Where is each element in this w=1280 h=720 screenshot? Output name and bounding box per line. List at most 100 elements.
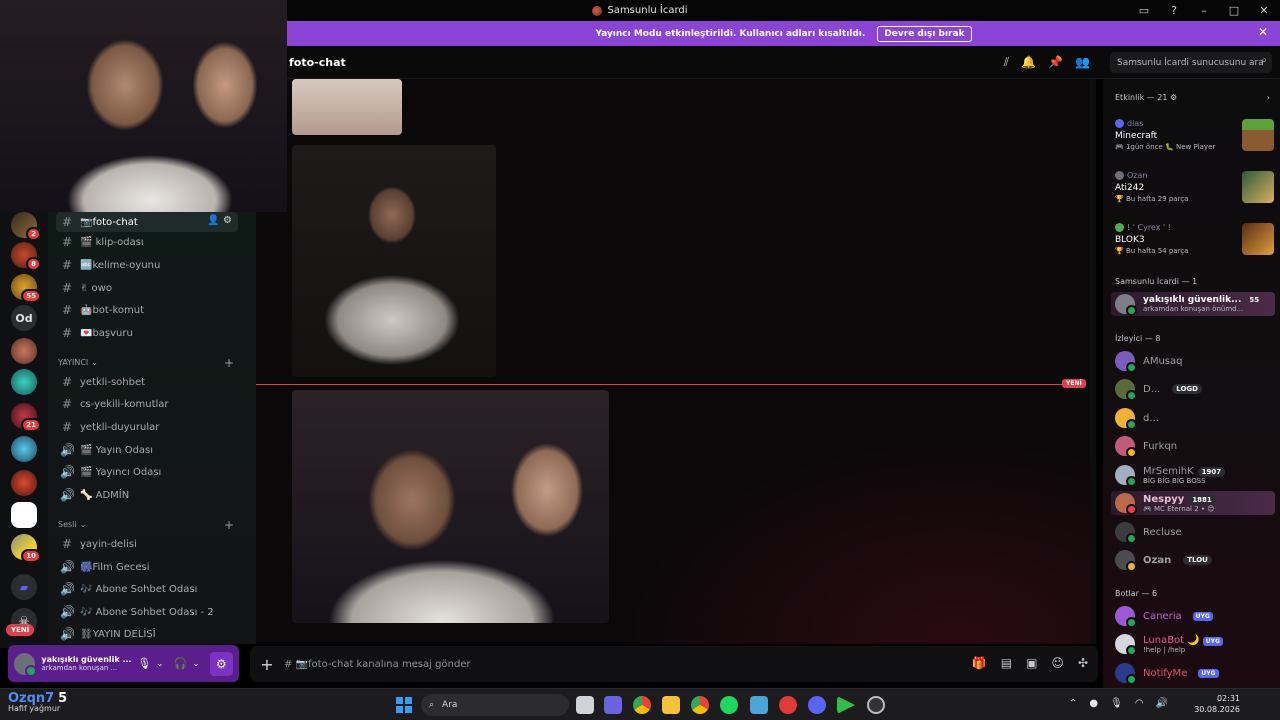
microphone-icon[interactable]: 🎙 xyxy=(1110,698,1123,709)
message-composer[interactable]: + # 📷foto-chat kanalına mesaj gönder 🎁 ▤… xyxy=(250,646,1098,682)
voice-channel-abone-sohbet-2[interactable]: 🔊 🎶 Abone Sohbet Odası - 2 xyxy=(56,602,238,622)
apps-icon[interactable]: ✣ xyxy=(1078,656,1088,670)
gif-icon[interactable]: ▤ xyxy=(1001,656,1012,670)
channel-yayin-delisi[interactable]: # yayin-delisi xyxy=(56,534,238,554)
member-list-icon[interactable]: 👥 xyxy=(1075,55,1090,70)
chrome-icon[interactable] xyxy=(691,696,709,714)
bot-item[interactable]: NotifyMe UYG xyxy=(1115,661,1275,685)
help-icon[interactable]: ? xyxy=(1166,3,1182,19)
volume-icon[interactable]: 🔊 xyxy=(1156,698,1168,709)
settings-gear-icon[interactable]: ⚙ xyxy=(209,651,234,676)
member-item[interactable]: Furkqn xyxy=(1115,434,1275,458)
start-button[interactable] xyxy=(396,697,412,713)
server-icon[interactable] xyxy=(11,502,37,528)
add-channel-icon[interactable]: + xyxy=(224,518,234,532)
add-channel-icon[interactable]: + xyxy=(224,356,234,370)
bot-item[interactable]: Caneria UYG xyxy=(1115,604,1275,628)
voice-channel-yayin-odasi[interactable]: 🔊 🎬 Yayın Odası xyxy=(56,440,238,460)
microphone-icon[interactable]: 🎙 xyxy=(137,657,153,670)
threads-icon[interactable]: ⫽ xyxy=(1004,55,1009,70)
server-icon[interactable] xyxy=(11,338,37,364)
server-icon[interactable] xyxy=(11,470,37,496)
app-icon[interactable] xyxy=(750,696,768,714)
channel-kelime-oyunu[interactable]: # 🔤kelime-oyunu xyxy=(56,255,238,275)
bell-icon[interactable]: 🔔 xyxy=(1021,55,1036,70)
photo-attachment[interactable] xyxy=(292,145,496,377)
member-owner[interactable]: yakışıklı güvenlik... 55 arkamdan konuşan… xyxy=(1111,292,1275,316)
category-sesli[interactable]: Sesli ⌄ + xyxy=(58,518,234,532)
sticker-icon[interactable]: ▣ xyxy=(1026,656,1037,670)
spotify-icon[interactable] xyxy=(720,696,738,714)
bot-item[interactable]: LunaBot 🌙 UYG !help | /help xyxy=(1115,632,1275,656)
discord-icon[interactable] xyxy=(808,696,826,714)
member-item[interactable]: MrSemihK 1907 BİG BİG BİG BOSS xyxy=(1115,463,1275,487)
gift-icon[interactable]: 🎁 xyxy=(972,656,987,670)
channel-bot-komut[interactable]: # 🤖bot-komut xyxy=(56,300,238,320)
voice-channel-yayinci-odasi[interactable]: 🔊 🎬 Yayıncı Odası xyxy=(56,462,238,482)
pin-icon[interactable]: 📌 xyxy=(1048,55,1063,70)
app-icon[interactable] xyxy=(837,696,855,714)
channel-owo[interactable]: # ✌ owo xyxy=(56,278,238,298)
chevron-down-icon[interactable]: ⌄ xyxy=(152,659,168,668)
maximize-button[interactable]: □ xyxy=(1226,3,1242,19)
photo-attachment[interactable] xyxy=(292,79,402,135)
server-icon[interactable] xyxy=(11,436,37,462)
voice-channel-yayin-delisi[interactable]: 🔊 ⛓YAYIN DELİSİ xyxy=(56,624,238,644)
server-icon[interactable] xyxy=(11,369,37,395)
voice-channel-admin[interactable]: 🔊 🦴 ADMİN xyxy=(56,485,238,505)
member-item[interactable]: Ozan TLOU xyxy=(1115,548,1275,572)
category-yayinci[interactable]: YAYINCI ⌄ + xyxy=(58,356,234,370)
member-item[interactable]: Recluse xyxy=(1115,520,1275,544)
activity-card[interactable]: dias Minecraft 🎮 1gün önce 🐛 New Player xyxy=(1115,119,1274,151)
chevron-right-icon[interactable]: › xyxy=(1267,93,1270,102)
chevron-down-icon[interactable]: ⌄ xyxy=(188,659,204,668)
clock[interactable]: 02:31 30.08.2026 xyxy=(1194,693,1240,715)
channel-cs-yekili-komutlar[interactable]: # cs-yekili-komutlar xyxy=(56,394,238,414)
activity-card[interactable]: Ozan Ati242 🏆 Bu hafta 29 parça xyxy=(1115,171,1274,203)
folder-icon[interactable]: ▰ xyxy=(11,574,37,600)
chrome-icon[interactable] xyxy=(633,696,651,714)
obs-icon[interactable] xyxy=(867,696,885,714)
channel-foto-chat[interactable]: # 📷foto-chat 👤 ⚙ xyxy=(56,212,238,232)
member-item[interactable]: D... LOGD xyxy=(1115,377,1275,401)
voice-channel-film-gecesi[interactable]: 🔊 🎆Film Gecesi xyxy=(56,557,238,577)
member-item[interactable]: d... xyxy=(1115,406,1275,430)
server-icon[interactable]: 8 xyxy=(11,242,41,271)
server-icon[interactable]: 21 xyxy=(11,403,41,432)
wifi-icon[interactable]: ◠ xyxy=(1135,698,1144,709)
channel-yetkli-sohbet[interactable]: # yetkli-sohbet xyxy=(56,372,238,392)
channel-klip-odasi[interactable]: # 🎬 klip-odası xyxy=(56,232,238,252)
app-tray-icon[interactable]: ● xyxy=(1089,698,1098,709)
activity-card[interactable]: ! ' Cyrex ' ! BLOK3 🏆 Bu hafta 54 parça xyxy=(1115,223,1274,255)
search-input[interactable]: Samsunlu İcardi sunucusunu ara ⌕ xyxy=(1110,52,1272,73)
close-banner-icon[interactable]: ✕ xyxy=(1258,25,1268,39)
scrollbar[interactable] xyxy=(1090,79,1096,644)
game-thumbnail-icon xyxy=(1242,223,1274,255)
weather-widget[interactable]: Ozqn7 5 Hafif yağmur xyxy=(8,691,67,713)
member-item[interactable]: Nespyy 1881 🎮 MC Eternal 2 • 😊 xyxy=(1111,491,1275,515)
channel-yetkli-duyurular[interactable]: # yetkli-duyurular xyxy=(56,417,238,437)
app-icon[interactable] xyxy=(779,696,797,714)
member-item[interactable]: AMusaq xyxy=(1115,349,1275,373)
voice-channel-abone-sohbet[interactable]: 🔊 🎶 Abone Sohbet Odası xyxy=(56,579,238,599)
avatar[interactable] xyxy=(14,652,38,677)
close-button[interactable]: ✕ xyxy=(1256,3,1272,19)
emoji-icon[interactable]: ☺ xyxy=(1051,656,1064,670)
channel-basvuru[interactable]: # 💌başvuru xyxy=(56,323,238,343)
disable-streamer-mode-button[interactable]: Devre dışı bırak xyxy=(877,25,972,42)
file-explorer-icon[interactable] xyxy=(662,696,680,714)
chevron-up-icon[interactable]: ⌃ xyxy=(1069,698,1077,709)
headphones-icon[interactable]: 🎧 xyxy=(173,657,189,670)
inbox-icon[interactable]: ▭ xyxy=(1136,3,1152,19)
taskbar-search[interactable]: ⌕ Ara xyxy=(421,694,569,716)
server-icon[interactable]: 55 xyxy=(11,274,41,303)
server-icon-od[interactable]: Od xyxy=(11,305,37,331)
minimize-button[interactable]: – xyxy=(1196,3,1212,19)
add-attachment-icon[interactable]: + xyxy=(250,655,284,674)
invite-settings-icon[interactable]: 👤 ⚙ xyxy=(207,215,232,226)
server-icon[interactable]: 2 xyxy=(11,212,41,241)
teams-icon[interactable] xyxy=(604,696,622,714)
photo-attachment[interactable] xyxy=(292,390,609,623)
server-folder-icon[interactable]: 10 xyxy=(11,534,41,563)
task-view-icon[interactable] xyxy=(576,696,594,714)
